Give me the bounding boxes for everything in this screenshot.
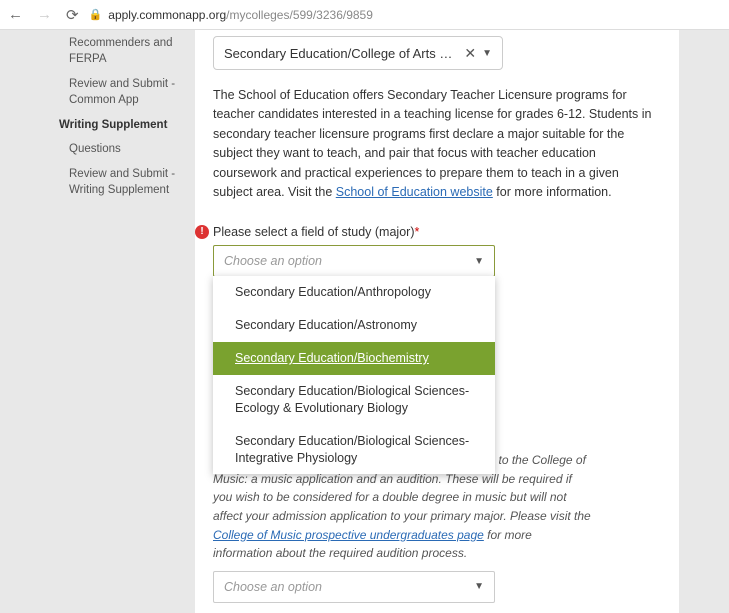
required-asterisk: * (414, 225, 419, 239)
option-bio-ecology[interactable]: Secondary Education/Biological Sciences-… (213, 375, 495, 425)
secondary-select[interactable]: Choose an option ▼ (213, 571, 495, 603)
chevron-down-icon[interactable]: ▼ (474, 256, 484, 267)
page-body: Recommenders and FERPA Review and Submit… (0, 30, 729, 613)
gutter-left (0, 30, 55, 613)
url-host: apply.commonapp.org (108, 8, 226, 22)
gutter-right (679, 30, 729, 613)
alert-icon: ! (195, 225, 209, 239)
browser-toolbar: ← → ⟳ 🔒 apply.commonapp.org/mycolleges/5… (0, 0, 729, 30)
option-astronomy[interactable]: Secondary Education/Astronomy (213, 309, 495, 342)
reload-icon[interactable]: ⟳ (66, 6, 79, 24)
college-of-music-link[interactable]: College of Music prospective undergradua… (213, 528, 484, 542)
browser-nav-buttons: ← → ⟳ (8, 6, 79, 24)
sidebar-item-review-common-app[interactable]: Review and Submit - Common App (59, 77, 185, 108)
address-bar[interactable]: 🔒 apply.commonapp.org/mycolleges/599/323… (89, 8, 721, 22)
main-content: Secondary Education/College of Arts & Sc… (195, 30, 679, 613)
sidebar-heading-writing-supplement[interactable]: Writing Supplement (59, 118, 185, 134)
chevron-down-icon[interactable]: ▼ (482, 48, 492, 59)
major-select[interactable]: Choose an option ▼ (213, 245, 495, 277)
program-select-value: Secondary Education/College of Arts & Sc… (224, 46, 458, 61)
secondary-select-placeholder: Choose an option (224, 580, 474, 594)
program-select[interactable]: Secondary Education/College of Arts & Sc… (213, 36, 503, 70)
option-anthropology[interactable]: Secondary Education/Anthropology (213, 276, 495, 309)
chevron-down-icon[interactable]: ▼ (474, 581, 484, 592)
major-select-placeholder: Choose an option (224, 254, 474, 268)
school-of-education-link[interactable]: School of Education website (336, 185, 493, 199)
program-description: The School of Education offers Secondary… (213, 86, 661, 202)
sidebar-item-review-writing[interactable]: Review and Submit - Writing Supplement (59, 167, 185, 198)
sidebar-item-recommenders[interactable]: Recommenders and FERPA (59, 36, 185, 67)
clear-icon[interactable]: ✕ (464, 45, 476, 62)
back-icon[interactable]: ← (8, 6, 23, 24)
major-dropdown-list: Secondary Education/Anthropology Seconda… (213, 276, 495, 474)
desc-text-after: for more information. (493, 185, 612, 199)
lock-icon: 🔒 (89, 8, 103, 21)
major-field-row: ! Please select a field of study (major)… (213, 224, 661, 277)
major-field-label: Please select a field of study (major)* (213, 225, 419, 239)
option-biochemistry[interactable]: Secondary Education/Biochemistry (213, 342, 495, 375)
url-path: /mycolleges/599/3236/9859 (226, 8, 373, 22)
desc-text-before: The School of Education offers Secondary… (213, 88, 651, 199)
option-bio-physiology[interactable]: Secondary Education/Biological Sciences-… (213, 425, 495, 475)
sidebar-item-questions[interactable]: Questions (59, 142, 185, 158)
sidebar: Recommenders and FERPA Review and Submit… (55, 30, 195, 613)
forward-icon[interactable]: → (37, 6, 52, 24)
